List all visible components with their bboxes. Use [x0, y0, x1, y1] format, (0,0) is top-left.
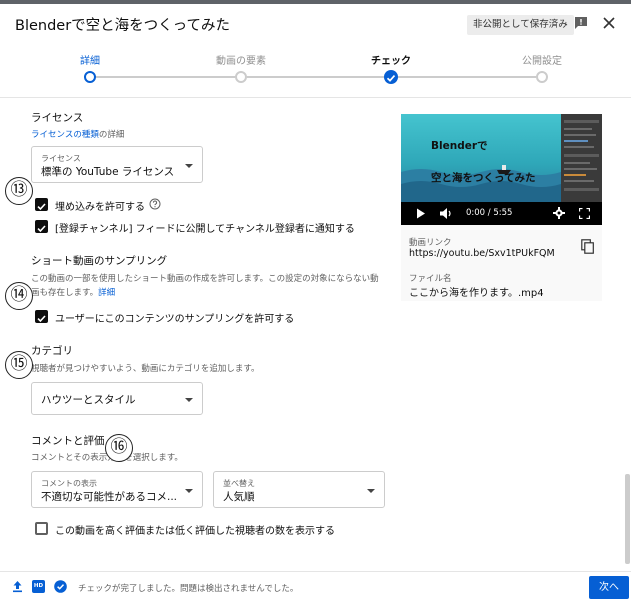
allow-embed-label: 埋め込みを許可する: [55, 202, 145, 213]
shorts-desc-line: この動画の一部を使用したショート動画の作成を許可します。この設定の対象にならない…: [31, 274, 379, 284]
blender-panel-graphic: [561, 114, 602, 202]
volume-icon[interactable]: [439, 207, 453, 220]
help-icon[interactable]: [149, 198, 161, 210]
hd-badge-icon: HD: [32, 580, 45, 593]
step-connector: [96, 76, 235, 78]
shorts-sampling-desc: この動画の一部を使用したショート動画の作成を許可します。この設定の対象にならない…: [31, 272, 386, 300]
video-link-label: 動画リンク: [409, 238, 452, 248]
show-ratings-label: この動画を高く評価または低く評価した視聴者の数を表示する: [55, 526, 335, 537]
license-types-suffix: の詳細: [98, 130, 125, 140]
comment-sort-value: 人気順: [223, 491, 255, 503]
chevron-down-icon: [185, 164, 193, 168]
comment-display-value: 不適切な可能性があるコメ...: [41, 491, 178, 503]
annotation-number: ⑭: [5, 282, 33, 310]
category-select[interactable]: ハウツーとスタイル: [31, 382, 203, 415]
license-select-label: ライセンス: [41, 154, 81, 163]
annotation-number: ⑯: [105, 434, 133, 462]
video-player[interactable]: Blenderで 空と海をつくってみた 0:00 / 5:55: [401, 114, 602, 225]
step-video-elements-dot: [235, 71, 247, 83]
category-title: カテゴリ: [31, 345, 73, 357]
upload-stepper: 詳細 動画の要素 チェック 公開設定: [0, 42, 631, 98]
allow-embed-checkbox[interactable]: [35, 198, 48, 211]
fullscreen-icon[interactable]: [579, 208, 590, 219]
video-link[interactable]: https://youtu.be/Sxv1tPUkFQM: [409, 248, 555, 259]
dialog-header: Blenderで空と海をつくってみた 非公開として保存済み: [0, 4, 631, 42]
license-select[interactable]: ライセンス 標準の YouTube ライセンス: [31, 146, 203, 183]
play-icon[interactable]: [416, 208, 426, 219]
panel-lines: [564, 120, 599, 191]
player-controls: 0:00 / 5:55: [401, 202, 602, 225]
chevron-down-icon: [367, 489, 375, 493]
step-details-dot: [84, 71, 96, 83]
playback-time: 0:00 / 5:55: [466, 208, 513, 218]
step-visibility-dot: [536, 71, 548, 83]
check-circle-icon: [54, 580, 67, 593]
category-desc: 視聴者が見つけやすいよう、動画にカテゴリを追加します。: [31, 364, 260, 374]
step-visibility[interactable]: 公開設定: [497, 52, 587, 67]
dialog-footer: HD チェックが完了しました。問題は検出されませんでした。 次へ: [0, 571, 631, 600]
step-video-elements[interactable]: 動画の要素: [196, 52, 286, 67]
dialog-title: Blenderで空と海をつくってみた: [15, 18, 230, 34]
license-types-text: ライセンスの種類の詳細: [31, 128, 124, 142]
shorts-desc-line: 画も存在します。: [31, 288, 99, 298]
close-icon[interactable]: [601, 15, 617, 31]
thumbnail-text: 空と海をつくってみた: [431, 172, 536, 184]
annotation-number: ⑬: [5, 177, 33, 205]
file-name: ここから海を作ります。.mp4: [409, 288, 544, 299]
settings-gear-icon[interactable]: [553, 207, 565, 219]
file-name-label: ファイル名: [409, 274, 452, 284]
shorts-details-link[interactable]: 詳細: [98, 288, 115, 298]
step-checks[interactable]: チェック: [346, 52, 436, 67]
comments-title: コメントと評価: [31, 435, 105, 447]
comment-sort-select[interactable]: 並べ替え 人気順: [213, 471, 385, 508]
thumbnail-text: Blenderで: [431, 140, 488, 152]
notify-subscribers-label: [登録チャンネル] フィードに公開してチャンネル登録者に通知する: [55, 224, 355, 235]
shorts-sampling-title: ショート動画のサンプリング: [31, 255, 168, 267]
chevron-down-icon: [185, 489, 193, 493]
step-details[interactable]: 詳細: [45, 52, 135, 67]
comment-display-label: コメントの表示: [41, 479, 97, 488]
draft-status-badge: 非公開として保存済み: [467, 15, 574, 35]
copy-icon[interactable]: [581, 239, 594, 254]
checkmark-icon: [37, 203, 46, 211]
show-ratings-checkbox[interactable]: [35, 522, 48, 535]
comment-display-select[interactable]: コメントの表示 不適切な可能性があるコメ...: [31, 471, 203, 508]
notify-subscribers-checkbox[interactable]: [35, 220, 48, 233]
chevron-down-icon: [185, 398, 193, 402]
scrollbar-thumb[interactable]: [625, 474, 630, 564]
feedback-icon[interactable]: [574, 16, 588, 30]
comment-sort-label: 並べ替え: [223, 479, 255, 488]
license-title: ライセンス: [31, 112, 84, 124]
check-icon: [386, 75, 396, 82]
details-form: ライセンス ライセンスの種類の詳細 ライセンス 標準の YouTube ライセン…: [0, 98, 631, 571]
upload-icon: [13, 581, 22, 593]
category-select-value: ハウツーとスタイル: [41, 394, 136, 406]
allow-sampling-label: ユーザーにこのコンテンツのサンプリングを許可する: [55, 314, 295, 325]
checkmark-icon: [37, 225, 46, 233]
step-connector: [247, 76, 385, 78]
license-select-value: 標準の YouTube ライセンス: [41, 166, 175, 178]
checkmark-icon: [37, 315, 46, 323]
allow-sampling-checkbox[interactable]: [35, 310, 48, 323]
video-thumbnail: Blenderで 空と海をつくってみた: [401, 114, 561, 202]
step-checks-dot: [384, 70, 398, 84]
video-preview-card: Blenderで 空と海をつくってみた 0:00 / 5:55 動画リンク ht…: [401, 114, 602, 301]
step-connector: [397, 76, 536, 78]
license-types-link[interactable]: ライセンスの種類: [31, 130, 99, 140]
check-status-text: チェックが完了しました。問題は検出されませんでした。: [78, 584, 299, 594]
annotation-number: ⑮: [5, 351, 33, 379]
next-button[interactable]: 次へ: [589, 576, 629, 599]
